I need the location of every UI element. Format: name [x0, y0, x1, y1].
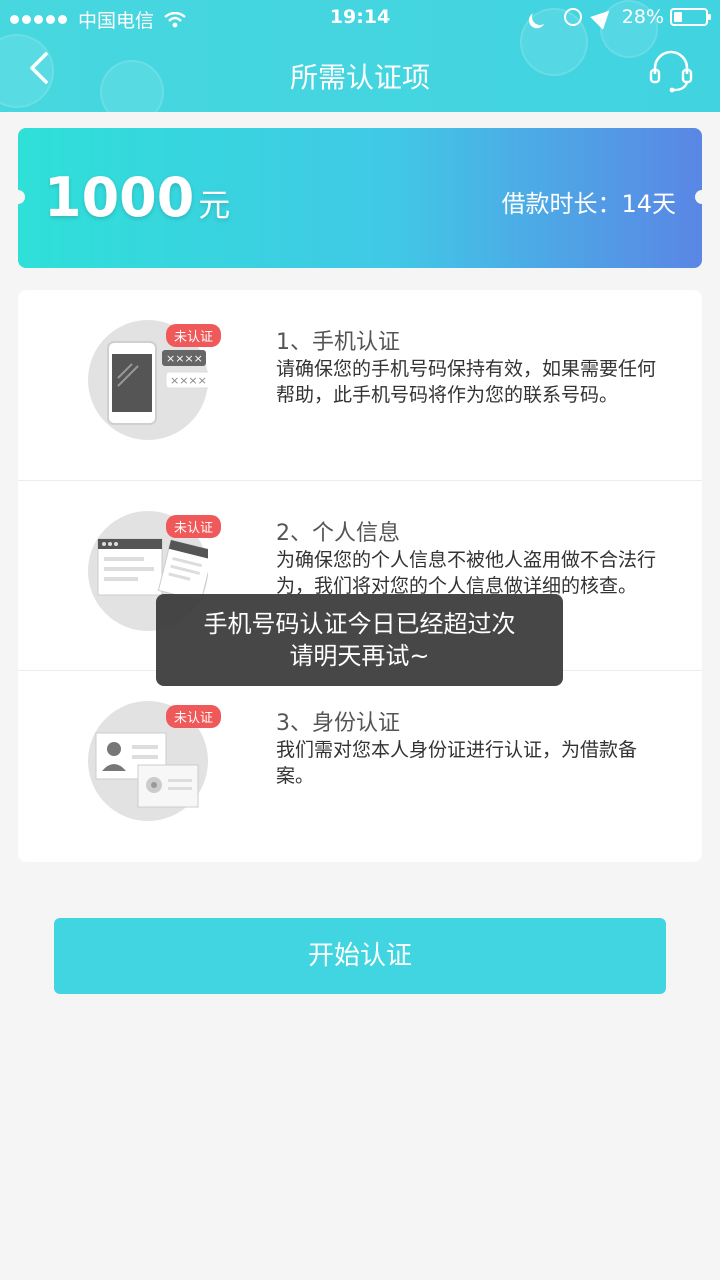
- toast-message: 手机号码认证今日已经超过次 请明天再试~: [156, 594, 563, 686]
- start-verification-button[interactable]: 开始认证: [54, 918, 666, 994]
- item-description: 请确保您的手机号码保持有效，如果需要任何帮助，此手机号码将作为您的联系号码。: [276, 358, 657, 406]
- item-description: 我们需对您本人身份证进行认证，为借款备案。: [276, 739, 638, 787]
- battery-icon: [670, 8, 711, 26]
- toast-line-2: 请明天再试~: [289, 642, 430, 670]
- card-notch: [695, 190, 702, 204]
- page-title: 所需认证项: [289, 61, 430, 94]
- location-icon: [590, 4, 616, 30]
- svg-text:××××: ××××: [166, 352, 203, 365]
- item-description: 为确保您的个人信息不被他人盗用做不合法行为，我们将对您的个人信息做详细的核查。: [276, 549, 657, 597]
- item-title: 3、身份认证: [276, 711, 400, 736]
- svg-text:××××: ××××: [170, 374, 207, 387]
- loan-amount: 1000 元: [44, 166, 230, 229]
- amount-unit: 元: [198, 186, 231, 224]
- battery-percent: 28%: [621, 6, 664, 28]
- item-title: 2、个人信息: [276, 521, 400, 546]
- status-badge: 未认证: [166, 705, 222, 728]
- verification-list: ×××× ×××× 未认证 1、手机认证 请确保您的手机号码保持有效，如果需要任…: [18, 290, 702, 862]
- amount-card: 1000 元 借款时长：14天: [18, 128, 702, 268]
- moon-icon: [530, 7, 551, 28]
- status-badge: 未认证: [166, 515, 222, 538]
- status-right: 28%: [530, 4, 711, 30]
- screen: 中国电信 19:14 28% 所需认证项 1000 元 借款时长：14天 ×××…: [0, 0, 720, 1280]
- customer-service-icon[interactable]: [648, 48, 694, 94]
- verification-item-identity[interactable]: 未认证 3、身份认证 我们需对您本人身份证进行认证，为借款备案。: [18, 670, 702, 861]
- card-notch: [18, 190, 25, 204]
- status-badge: 未认证: [166, 324, 222, 347]
- header: 中国电信 19:14 28% 所需认证项: [0, 0, 720, 112]
- rotation-lock-icon: [563, 8, 582, 26]
- status-bar: 中国电信 19:14 28%: [0, 0, 720, 36]
- loan-term: 借款时长：14天: [501, 190, 676, 218]
- item-title: 1、手机认证: [276, 330, 400, 355]
- amount-number: 1000: [44, 166, 195, 229]
- toast-line-1: 手机号码认证今日已经超过次: [203, 610, 516, 638]
- verification-item-phone[interactable]: ×××× ×××× 未认证 1、手机认证 请确保您的手机号码保持有效，如果需要任…: [18, 290, 702, 480]
